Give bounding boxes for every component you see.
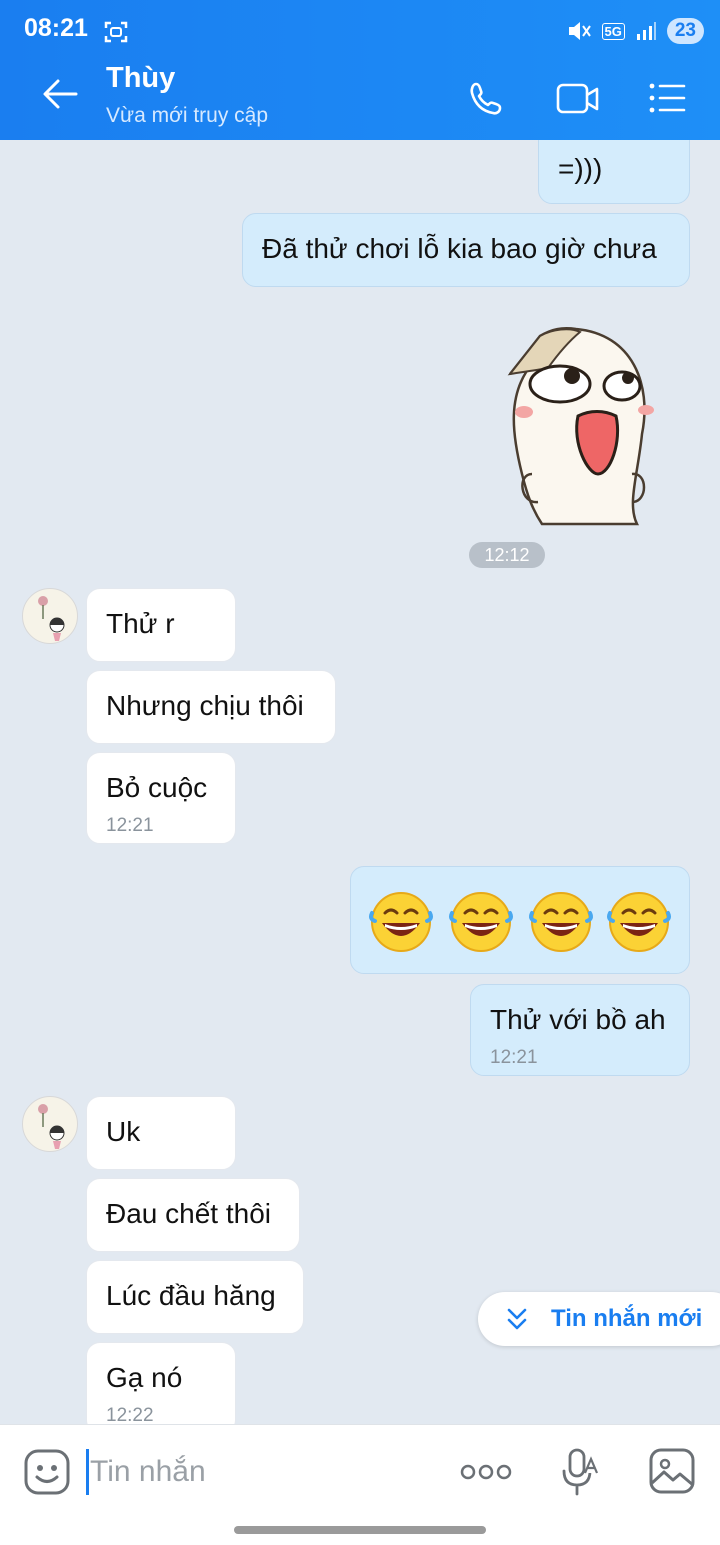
message-time: 12:21 xyxy=(106,815,154,836)
chat-header: 08:21 5G 23 Thùy Vừa mới truy cập xyxy=(0,0,720,140)
sticker-icon[interactable] xyxy=(24,1449,70,1495)
message-outgoing[interactable]: =))) xyxy=(538,140,690,204)
message-outgoing[interactable]: Đã thử chơi lỗ kia bao giờ chưa xyxy=(242,213,690,287)
contact-name[interactable]: Thùy xyxy=(106,62,175,95)
menu-list-icon[interactable] xyxy=(648,82,686,114)
message-text: Bỏ cuộc xyxy=(106,772,208,803)
laughing-emoji-icon xyxy=(369,892,433,952)
message-time: 12:22 xyxy=(106,1405,154,1424)
message-incoming[interactable]: Bỏ cuộc 12:21 xyxy=(86,752,236,844)
status-time: 08:21 xyxy=(24,14,88,42)
message-incoming[interactable]: Gạ nó 12:22 xyxy=(86,1342,236,1424)
message-input[interactable]: Tin nhắn xyxy=(90,1455,206,1489)
message-text: =))) xyxy=(558,153,603,184)
message-outgoing-emoji[interactable] xyxy=(350,866,690,974)
voice-icon[interactable] xyxy=(560,1447,600,1497)
network-badge: 5G xyxy=(601,22,625,40)
signal-icon xyxy=(636,22,656,40)
message-incoming[interactable]: Lúc đầu hăng xyxy=(86,1260,304,1334)
battery-indicator: 23 xyxy=(666,18,704,44)
message-text: Đã thử chơi lỗ kia bao giờ chưa xyxy=(262,233,657,264)
back-arrow-icon[interactable] xyxy=(40,76,80,112)
more-icon[interactable] xyxy=(460,1463,512,1481)
home-indicator[interactable] xyxy=(234,1526,486,1534)
message-text: Thử với bồ ah xyxy=(490,1004,666,1035)
message-text: Đau chết thôi xyxy=(106,1198,271,1229)
message-text: Uk xyxy=(106,1116,141,1147)
time-divider: 12:12 xyxy=(469,542,545,568)
chevron-down-icon xyxy=(507,1308,527,1330)
new-messages-label: Tin nhắn mới xyxy=(551,1305,703,1332)
phone-icon[interactable] xyxy=(468,80,506,118)
mute-icon xyxy=(568,22,591,40)
message-text: Lúc đầu hăng xyxy=(106,1280,276,1311)
image-icon[interactable] xyxy=(648,1447,696,1495)
contact-status: Vừa mới truy cập xyxy=(106,104,269,127)
message-incoming[interactable]: Thử r xyxy=(86,588,236,662)
new-messages-button[interactable]: Tin nhắn mới xyxy=(478,1292,720,1346)
message-time: 12:21 xyxy=(490,1047,538,1068)
avatar-illustration-icon xyxy=(38,596,65,641)
message-outgoing[interactable]: Thử với bồ ah 12:21 xyxy=(470,984,690,1076)
avatar-illustration-icon xyxy=(38,1104,65,1149)
message-incoming[interactable]: Nhưng chịu thôi xyxy=(86,670,336,744)
status-icons: 5G 23 xyxy=(566,16,704,46)
laughing-emoji-row xyxy=(369,892,671,952)
video-call-icon[interactable] xyxy=(556,82,600,116)
sticker-image[interactable] xyxy=(492,324,660,526)
message-list[interactable]: =))) Đã thử chơi lỗ kia bao giờ chưa 12:… xyxy=(0,140,720,1424)
message-text: Thử r xyxy=(106,608,175,639)
avatar[interactable] xyxy=(22,588,78,644)
avatar[interactable] xyxy=(22,1096,78,1152)
text-caret xyxy=(86,1449,89,1495)
message-text: Gạ nó xyxy=(106,1362,183,1393)
composer-bar: Tin nhắn xyxy=(0,1424,720,1545)
screenshot-icon xyxy=(104,21,128,43)
message-incoming[interactable]: Uk xyxy=(86,1096,236,1170)
message-incoming[interactable]: Đau chết thôi xyxy=(86,1178,300,1252)
message-text: Nhưng chịu thôi xyxy=(106,690,304,721)
